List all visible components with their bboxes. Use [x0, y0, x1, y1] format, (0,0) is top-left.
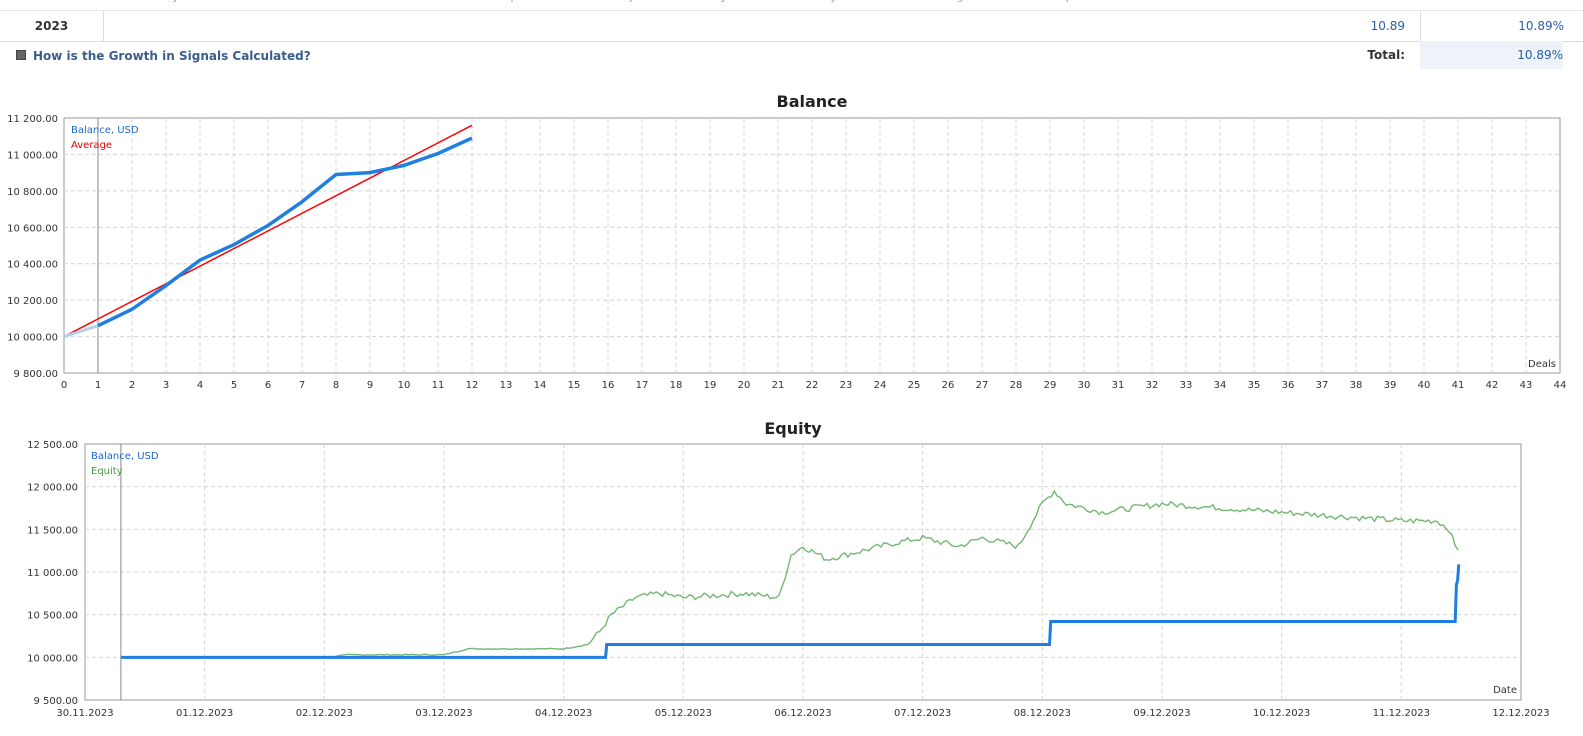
x-tick-label: 3 — [163, 380, 169, 391]
x-tick-label: 20 — [738, 380, 751, 391]
x-tick-label: 37 — [1316, 380, 1329, 391]
x-tick-label: 8 — [333, 380, 339, 391]
x-tick-label: 9 — [367, 380, 373, 391]
x-tick-label: 26 — [942, 380, 955, 391]
total-value: 10.89% — [1420, 41, 1563, 69]
y-tick-label: 12 000.00 — [27, 483, 78, 494]
x-tick-label: 14 — [534, 380, 547, 391]
y-tick-label: 10 500.00 — [27, 611, 78, 622]
x-tick-label: 42 — [1486, 380, 1499, 391]
y-tick-label: 9 500.00 — [33, 696, 78, 707]
x-tick-label: 30.11.2023 — [56, 708, 113, 719]
y-tick-label: 11 000.00 — [27, 568, 78, 579]
x-tick-label: 25 — [908, 380, 921, 391]
x-tick-label: 06.12.2023 — [774, 708, 831, 719]
y-tick-label: 10 600.00 — [7, 223, 58, 234]
x-tick-label: 43 — [1520, 380, 1533, 391]
x-axis-label: Deals — [1528, 359, 1556, 370]
y-tick-label: 11 500.00 — [27, 525, 78, 536]
x-tick-label: 21 — [772, 380, 785, 391]
year-cell: 2023 — [0, 11, 104, 41]
growth-help-label: How is the Growth in Signals Calculated? — [33, 49, 311, 63]
x-tick-label: 6 — [265, 380, 271, 391]
x-tick-label: 33 — [1180, 380, 1193, 391]
y-tick-label: 9 800.00 — [13, 369, 58, 380]
y-tick-label: 10 000.00 — [7, 333, 58, 344]
y-tick-label: 10 800.00 — [7, 187, 58, 198]
equity-chart: Equity 30.11.2023 01.12.2023 02.12.2023 03.1… — [27, 419, 1550, 719]
x-tick-label: 1 — [95, 380, 101, 391]
x-tick-label: 13 — [500, 380, 513, 391]
x-tick-label: 34 — [1214, 380, 1227, 391]
x-tick-label: 01.12.2023 — [176, 708, 233, 719]
series-balance-line — [97, 136, 473, 328]
x-tick-label: 31 — [1112, 380, 1125, 391]
x-tick-label: 10.12.2023 — [1253, 708, 1310, 719]
x-tick-label: 40 — [1418, 380, 1431, 391]
x-tick-label: 30 — [1078, 380, 1091, 391]
x-tick-label: 15 — [568, 380, 581, 391]
x-tick-label: 5 — [231, 380, 237, 391]
x-tick-label: 07.12.2023 — [894, 708, 951, 719]
y-tick-label: 11 200.00 — [7, 114, 58, 125]
growth-help-link[interactable]: How is the Growth in Signals Calculated? — [16, 49, 311, 63]
x-tick-label: 04.12.2023 — [535, 708, 592, 719]
ytd-value-cell[interactable]: 10.89% — [1420, 11, 1564, 41]
chart-title: Equity — [764, 419, 822, 438]
x-tick-label: 05.12.2023 — [655, 708, 712, 719]
x-tick-label: 39 — [1384, 380, 1397, 391]
total-label: Total: — [1367, 48, 1405, 62]
legend-average: Average — [71, 140, 112, 151]
series-balance-line — [120, 564, 1461, 659]
legend-balance: Balance, USD — [71, 125, 139, 136]
x-tick-label: 12 — [466, 380, 479, 391]
x-tick-label: 35 — [1248, 380, 1261, 391]
x-tick-label: 22 — [806, 380, 819, 391]
x-tick-label: 4 — [197, 380, 203, 391]
x-tick-label: 19 — [704, 380, 717, 391]
x-tick-label: 16 — [602, 380, 615, 391]
x-axis-label: Date — [1493, 685, 1517, 696]
x-tick-label: 23 — [840, 380, 853, 391]
x-tick-label: 08.12.2023 — [1014, 708, 1071, 719]
legend-balance: Balance, USD — [91, 451, 159, 462]
series-equity-line — [120, 489, 1459, 659]
x-tick-label: 36 — [1282, 380, 1295, 391]
calculator-icon — [16, 50, 26, 60]
x-tick-label: 2 — [129, 380, 135, 391]
x-tick-label: 32 — [1146, 380, 1159, 391]
total-row: How is the Growth in Signals Calculated?… — [0, 41, 1583, 71]
x-tick-label: 09.12.2023 — [1133, 708, 1190, 719]
dec-value-cell[interactable]: 10.89 — [1300, 11, 1405, 41]
y-tick-label: 10 400.00 — [7, 260, 58, 271]
y-tick-label: 10 000.00 — [27, 653, 78, 664]
x-tick-label: 02.12.2023 — [296, 708, 353, 719]
x-tick-label: 27 — [976, 380, 989, 391]
year-row-2023: 2023 10.89 10.89% — [0, 10, 1583, 42]
legend-equity: Equity — [91, 466, 123, 477]
y-tick-label: 11 000.00 — [7, 150, 58, 161]
x-tick-label: 12.12.2023 — [1492, 708, 1549, 719]
x-tick-label: 7 — [299, 380, 305, 391]
y-tick-label: 10 200.00 — [7, 296, 58, 307]
chart-title: Balance — [777, 92, 848, 111]
x-tick-label: 17 — [636, 380, 649, 391]
balance-chart: Balance0 1 2 3 4 5 6 7 8 9 10 11 12 13 14 15 16 17 18 19 20 2… — [7, 92, 1567, 391]
x-tick-label: 11.12.2023 — [1373, 708, 1430, 719]
x-tick-label: 29 — [1044, 380, 1057, 391]
x-tick-label: 18 — [670, 380, 683, 391]
x-tick-label: 03.12.2023 — [415, 708, 472, 719]
x-tick-label: 24 — [874, 380, 887, 391]
x-tick-label: 28 — [1010, 380, 1023, 391]
x-tick-label: 44 — [1554, 380, 1567, 391]
x-tick-label: 38 — [1350, 380, 1363, 391]
y-tick-label: 12 500.00 — [27, 440, 78, 451]
x-tick-label: 10 — [398, 380, 411, 391]
x-tick-label: 0 — [61, 380, 67, 391]
x-tick-label: 11 — [432, 380, 445, 391]
x-tick-label: 41 — [1452, 380, 1465, 391]
